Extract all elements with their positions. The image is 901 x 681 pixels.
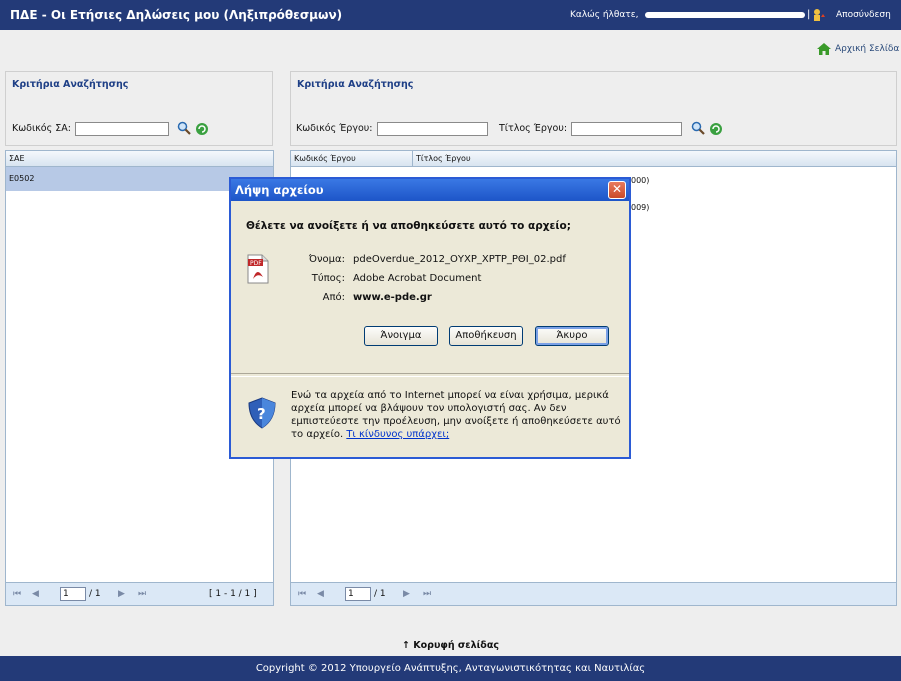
project-title-label: Τίτλος Έργου: <box>499 123 568 134</box>
svg-text:?: ? <box>257 405 266 423</box>
code-sa-input[interactable] <box>75 122 169 136</box>
file-download-dialog: Λήψη αρχείου ✕ Θέλετε να ανοίξετε ή να α… <box>229 177 631 459</box>
file-source-label: Από: <box>322 292 345 303</box>
file-name-label: Όνομα: <box>308 254 345 265</box>
file-type-value: Adobe Acrobat Document <box>353 273 482 284</box>
back-to-top-link[interactable]: ↑ Κορυφή σελίδας <box>0 640 901 651</box>
welcome-text: Καλώς ήλθατε, <box>570 10 639 20</box>
pdf-icon-label: PDF <box>250 260 262 267</box>
record-range: [ 1 - 1 / 1 ] <box>209 589 257 599</box>
prev-page-icon[interactable]: ◀ <box>317 589 324 599</box>
projects-grid-pager: ⏮ ◀ 1 / 1 ▶ ⏭ <box>291 582 896 605</box>
save-button[interactable]: Αποθήκευση <box>449 326 523 346</box>
masked-username <box>645 12 805 18</box>
first-page-icon[interactable]: ⏮ <box>13 589 21 599</box>
prev-page-icon[interactable]: ◀ <box>32 589 39 599</box>
sae-grid-pager: ⏮ ◀ 1 / 1 ▶ ⏭ [ 1 - 1 / 1 ] <box>6 582 273 605</box>
last-page-icon[interactable]: ⏭ <box>138 589 146 599</box>
last-page-icon[interactable]: ⏭ <box>423 589 431 599</box>
first-page-icon[interactable]: ⏮ <box>298 589 306 599</box>
file-source-value: www.e-pde.gr <box>353 292 432 303</box>
column-header-project-title[interactable]: Τίτλος Έργου <box>416 154 471 163</box>
search-icon[interactable] <box>177 121 191 135</box>
dialog-title-bar[interactable]: Λήψη αρχείου ✕ <box>231 179 629 201</box>
row-sae-value: Ε0502 <box>9 174 35 183</box>
right-search-title: Κριτήρια Αναζήτησης <box>297 79 414 90</box>
list-item[interactable]: 009) <box>631 203 649 212</box>
refresh-icon[interactable] <box>709 122 723 136</box>
close-icon[interactable]: ✕ <box>608 181 626 199</box>
footer-copyright: Copyright © 2012 Υπουργείο Ανάπτυξης, Αν… <box>0 656 901 681</box>
risk-info-link[interactable]: Τι κίνδυνος υπάρχει; <box>346 429 449 440</box>
dialog-question: Θέλετε να ανοίξετε ή να αποθηκεύσετε αυτ… <box>246 220 571 232</box>
code-sa-label: Κωδικός ΣΑ: <box>12 123 71 134</box>
file-name-value: pdeOverdue_2012_ΟΥΧΡ_ΧΡΤΡ_ΡΘΙ_02.pdf <box>353 254 566 265</box>
project-title-input[interactable] <box>571 122 682 136</box>
logout-icon[interactable] <box>812 8 826 22</box>
home-link-label: Αρχική Σελίδα <box>835 44 900 54</box>
projects-grid-header: Κωδικός Έργου Τίτλος Έργου <box>291 151 896 167</box>
top-bar: ΠΔΕ - Οι Ετήσιες Δηλώσεις μου (Ληξιπρόθε… <box>0 0 901 30</box>
dialog-title: Λήψη αρχείου <box>235 183 324 197</box>
left-search-panel: Κριτήρια Αναζήτησης Κωδικός ΣΑ: <box>5 71 273 146</box>
right-search-panel: Κριτήρια Αναζήτησης Κωδικός Έργου: Τίτλο… <box>290 71 897 146</box>
next-page-icon[interactable]: ▶ <box>118 589 125 599</box>
refresh-icon[interactable] <box>195 122 209 136</box>
logout-link[interactable]: Αποσύνδεση <box>836 10 891 20</box>
next-page-icon[interactable]: ▶ <box>403 589 410 599</box>
home-icon <box>817 43 831 55</box>
dialog-separator <box>231 373 629 377</box>
file-type-label: Τύπος: <box>311 273 345 284</box>
page-title: ΠΔΕ - Οι Ετήσιες Δηλώσεις μου (Ληξιπρόθε… <box>10 8 343 22</box>
sae-grid-header: ΣΑΕ <box>6 151 273 167</box>
page-total: / 1 <box>89 589 101 599</box>
open-button[interactable]: Άνοιγμα <box>364 326 438 346</box>
column-header-project-code[interactable]: Κωδικός Έργου <box>294 154 356 163</box>
security-warning: Ενώ τα αρχεία από το Internet μπορεί να … <box>291 389 621 441</box>
project-code-input[interactable] <box>377 122 488 136</box>
security-warning-text: Ενώ τα αρχεία από το Internet μπορεί να … <box>291 390 621 440</box>
list-item[interactable]: 000) <box>631 176 649 185</box>
left-search-title: Κριτήρια Αναζήτησης <box>12 79 129 90</box>
search-icon[interactable] <box>691 121 705 135</box>
page-input[interactable]: 1 <box>345 587 371 601</box>
page-input[interactable]: 1 <box>60 587 86 601</box>
pdf-file-icon: PDF <box>247 254 269 284</box>
column-divider <box>412 151 413 166</box>
header-separator: | <box>807 9 811 20</box>
column-header-sae[interactable]: ΣΑΕ <box>9 154 25 163</box>
project-code-label: Κωδικός Έργου: <box>296 123 373 134</box>
security-shield-icon: ? <box>248 397 276 429</box>
cancel-button[interactable]: Άκυρο <box>535 326 609 346</box>
page-total: / 1 <box>374 589 386 599</box>
home-link[interactable]: Αρχική Σελίδα <box>816 42 899 56</box>
